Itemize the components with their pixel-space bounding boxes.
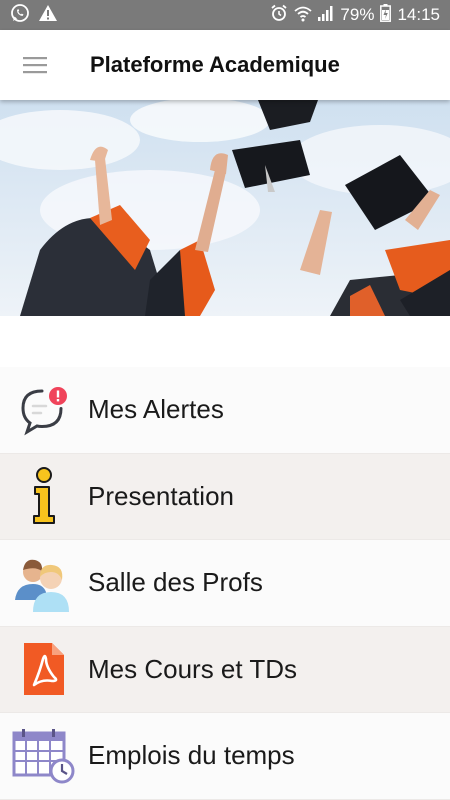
menu-item-mes-cours-et-tds[interactable]: Mes Cours et TDs <box>0 626 450 713</box>
status-bar: 79% 14:15 <box>0 0 450 30</box>
wifi-icon <box>294 4 313 27</box>
graduation-banner-image <box>0 100 450 316</box>
main-menu-list: Mes Alertes Presentation Salle des Profs <box>0 367 450 800</box>
menu-item-label: Salle des Profs <box>88 567 263 598</box>
menu-item-label: Mes Alertes <box>88 394 224 425</box>
page-title: Plateforme Academique <box>90 52 340 77</box>
menu-item-presentation[interactable]: Presentation <box>0 453 450 540</box>
calendar-icon <box>0 713 88 799</box>
status-right: 79% 14:15 <box>270 3 440 27</box>
menu-item-label: Emplois du temps <box>88 740 295 771</box>
clock-time: 14:15 <box>397 5 440 24</box>
menu-item-mes-alertes[interactable]: Mes Alertes <box>0 367 450 454</box>
hamburger-menu-button[interactable] <box>0 30 70 100</box>
menu-item-salle-des-profs[interactable]: Salle des Profs <box>0 540 450 627</box>
alert-chat-icon <box>0 367 88 453</box>
alarm-icon <box>270 4 288 27</box>
warning-icon <box>38 4 58 27</box>
app-bar: Plateforme Academique <box>0 30 450 100</box>
info-icon <box>0 453 88 539</box>
signal-icon <box>318 5 334 26</box>
whatsapp-icon <box>10 3 30 28</box>
menu-item-label: Presentation <box>88 480 234 511</box>
pdf-icon <box>0 626 88 712</box>
menu-item-label: Mes Cours et TDs <box>88 653 298 684</box>
users-icon <box>0 540 88 626</box>
menu-item-emplois-du-temps[interactable]: Emplois du temps <box>0 713 450 800</box>
hamburger-icon <box>23 57 47 74</box>
battery-percent: 79% <box>340 5 375 24</box>
battery-icon <box>380 3 392 27</box>
status-left <box>10 3 58 28</box>
